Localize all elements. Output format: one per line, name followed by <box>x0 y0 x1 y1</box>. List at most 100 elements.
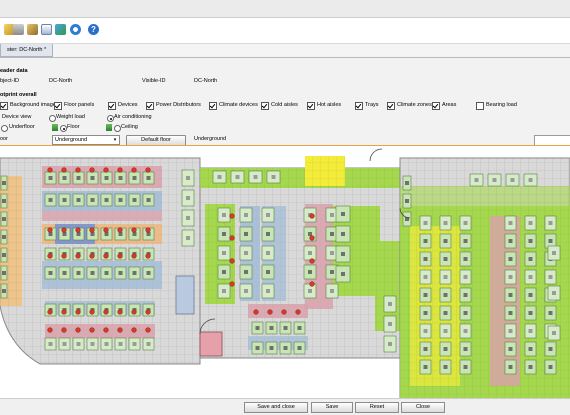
rack[interactable] <box>293 341 306 355</box>
rack[interactable] <box>419 305 432 321</box>
rack[interactable] <box>100 193 113 207</box>
rack[interactable] <box>524 323 537 339</box>
device-marker[interactable] <box>145 167 151 173</box>
rack[interactable] <box>100 337 113 351</box>
rack[interactable] <box>459 305 472 321</box>
rack[interactable] <box>383 315 397 333</box>
checkbox-icon[interactable] <box>476 102 484 110</box>
checkbox-icon[interactable] <box>387 102 395 110</box>
rack[interactable] <box>459 323 472 339</box>
floor-select[interactable]: Underground ▾ <box>52 135 120 145</box>
rack[interactable] <box>128 337 141 351</box>
tab-dc-north[interactable]: ster: DC-North * <box>0 44 54 57</box>
device-marker[interactable] <box>131 327 137 333</box>
rack[interactable] <box>544 215 557 231</box>
rack[interactable] <box>459 233 472 249</box>
rack[interactable] <box>419 341 432 357</box>
device-marker[interactable] <box>47 327 53 333</box>
rack[interactable] <box>303 264 317 280</box>
rack[interactable] <box>0 175 8 191</box>
device-marker[interactable] <box>89 167 95 173</box>
rack[interactable] <box>524 251 537 267</box>
rack[interactable] <box>239 264 253 280</box>
device-marker[interactable] <box>131 253 137 259</box>
device-marker[interactable] <box>131 309 137 315</box>
rack[interactable] <box>419 323 432 339</box>
floor-map[interactable] <box>0 145 570 399</box>
rack[interactable] <box>86 266 99 280</box>
rack[interactable] <box>86 193 99 207</box>
rack[interactable] <box>504 323 517 339</box>
rack[interactable] <box>0 229 8 245</box>
rack[interactable] <box>142 171 155 185</box>
rack[interactable] <box>44 337 57 351</box>
rack[interactable] <box>293 321 306 335</box>
checkbox-icon[interactable] <box>261 102 269 110</box>
rack[interactable] <box>44 193 57 207</box>
checkbox-icon[interactable] <box>209 102 217 110</box>
rack[interactable] <box>44 266 57 280</box>
rack[interactable] <box>504 215 517 231</box>
rack[interactable] <box>383 335 397 353</box>
device-marker[interactable] <box>117 253 123 259</box>
rack[interactable] <box>181 169 195 187</box>
rack[interactable] <box>142 266 155 280</box>
rack[interactable] <box>419 215 432 231</box>
rack[interactable] <box>181 229 195 247</box>
rack[interactable] <box>459 215 472 231</box>
rack[interactable] <box>335 245 351 263</box>
rack[interactable] <box>439 215 452 231</box>
device-marker[interactable] <box>61 227 67 233</box>
checkbox-icon[interactable] <box>54 102 62 110</box>
device-marker[interactable] <box>103 227 109 233</box>
device-marker[interactable] <box>89 327 95 333</box>
rack[interactable] <box>248 170 263 184</box>
rack[interactable] <box>303 245 317 261</box>
device-marker[interactable] <box>309 258 315 264</box>
rack[interactable] <box>181 209 195 227</box>
rack[interactable] <box>419 233 432 249</box>
device-marker[interactable] <box>47 227 53 233</box>
device-marker[interactable] <box>145 253 151 259</box>
underfloor-radio[interactable] <box>1 125 8 132</box>
rack[interactable] <box>523 173 538 187</box>
rack[interactable] <box>261 264 275 280</box>
rack[interactable] <box>439 305 452 321</box>
device-marker[interactable] <box>61 327 67 333</box>
device-marker[interactable] <box>145 327 151 333</box>
rack[interactable] <box>239 283 253 299</box>
rack[interactable] <box>547 245 561 261</box>
rack[interactable] <box>524 269 537 285</box>
device-marker[interactable] <box>47 167 53 173</box>
rack[interactable] <box>217 264 231 280</box>
device-marker[interactable] <box>267 309 273 315</box>
rack[interactable] <box>544 341 557 357</box>
device-marker[interactable] <box>47 309 53 315</box>
network-icon[interactable] <box>55 24 66 35</box>
rack[interactable] <box>459 287 472 303</box>
checkbox-icon[interactable] <box>146 102 154 110</box>
rack[interactable] <box>72 266 85 280</box>
rack[interactable] <box>402 193 412 209</box>
rack[interactable] <box>524 287 537 303</box>
rack[interactable] <box>439 251 452 267</box>
rack[interactable] <box>419 359 432 375</box>
device-marker[interactable] <box>89 253 95 259</box>
device-marker[interactable] <box>75 167 81 173</box>
rack[interactable] <box>504 269 517 285</box>
rack[interactable] <box>487 173 502 187</box>
rack[interactable] <box>419 251 432 267</box>
rack[interactable] <box>544 359 557 375</box>
save-button[interactable]: Save <box>311 402 353 413</box>
rack[interactable] <box>402 211 412 227</box>
rack[interactable] <box>547 285 561 301</box>
device-marker[interactable] <box>229 213 235 219</box>
rack[interactable] <box>544 269 557 285</box>
rack[interactable] <box>469 173 484 187</box>
rack[interactable] <box>524 305 537 321</box>
rack[interactable] <box>212 170 227 184</box>
rack[interactable] <box>402 175 412 191</box>
rack[interactable] <box>279 321 292 335</box>
ceiling-radio[interactable] <box>114 125 121 132</box>
device-marker[interactable] <box>309 235 315 241</box>
